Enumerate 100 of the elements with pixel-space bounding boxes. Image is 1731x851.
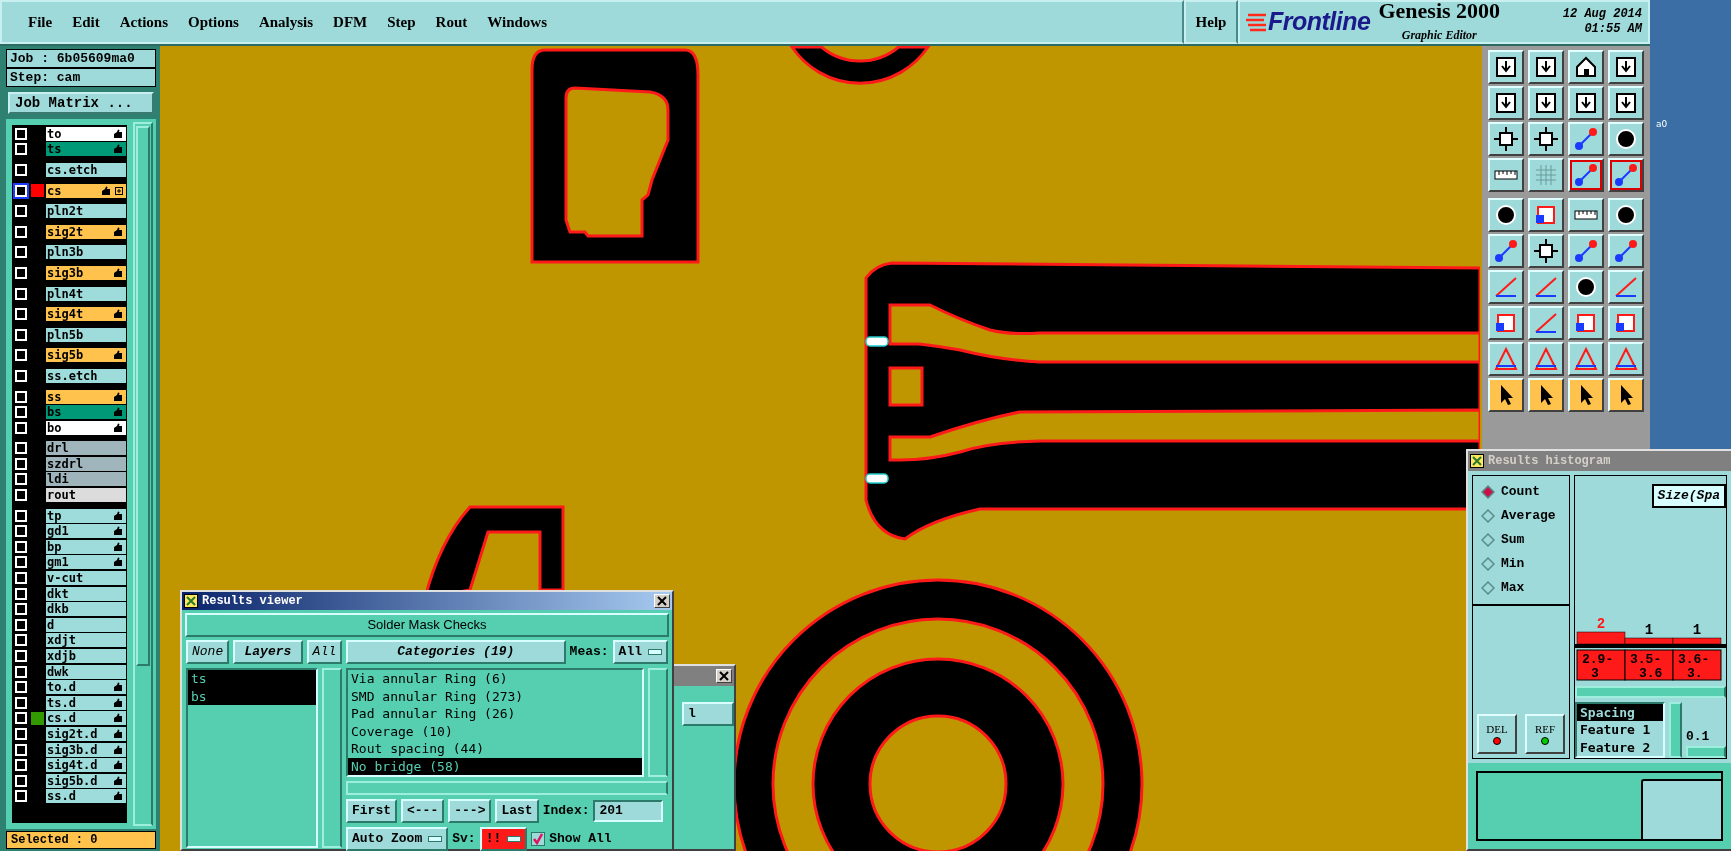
scrollbar-thumb[interactable]: [136, 126, 150, 666]
layer-name-field[interactable]: pln3b: [46, 245, 126, 260]
list-item[interactable]: Via annular Ring (6): [348, 670, 642, 688]
layer-name-field[interactable]: sig3b.d: [46, 742, 126, 757]
list-item[interactable]: Coverage (10): [348, 722, 642, 740]
layer-name-field[interactable]: ss.etch: [46, 368, 126, 383]
nav-button[interactable]: First: [346, 799, 397, 823]
layer-name-field[interactable]: sig5b.d: [46, 773, 126, 788]
layer-name-field[interactable]: sig2t: [46, 224, 126, 239]
layer-name-field[interactable]: to.d: [46, 680, 126, 695]
tool-button[interactable]: [1568, 342, 1604, 376]
tool-button[interactable]: [1528, 86, 1564, 120]
layer-name-field[interactable]: rout: [46, 488, 126, 503]
menu-item[interactable]: Windows: [479, 10, 555, 34]
layer-name-field[interactable]: v-cut: [46, 571, 126, 586]
layer-name-field[interactable]: xdjt: [46, 633, 126, 648]
layer-name-field[interactable]: pln5b: [46, 327, 126, 342]
tool-button[interactable]: [1608, 122, 1644, 156]
tool-button[interactable]: [1608, 306, 1644, 340]
tool-button[interactable]: [1568, 198, 1604, 232]
tool-button[interactable]: [1488, 198, 1524, 232]
layer-name-field[interactable]: ts: [46, 142, 126, 157]
scrollbar[interactable]: [322, 668, 342, 848]
menu-item[interactable]: Options: [180, 10, 247, 34]
scrollbar[interactable]: [1669, 701, 1682, 758]
tool-button[interactable]: [1608, 158, 1644, 192]
layer-name-field[interactable]: sig3b: [46, 265, 126, 280]
index-field[interactable]: 201: [593, 800, 664, 822]
measure-list[interactable]: Spacing Feature 1 Feature 2: [1575, 701, 1665, 758]
filter-button[interactable]: None: [186, 640, 230, 664]
close-button[interactable]: [716, 669, 732, 683]
layer-name-field[interactable]: sig2t.d: [46, 727, 126, 741]
category-list[interactable]: Via annular Ring (6) SMD annular Ring (273) Pad annular Ring (26) Coverage (10) Rout spacing (44) No bridge (58): [346, 668, 644, 777]
layer-name-field[interactable]: pln4t: [46, 286, 126, 301]
tool-button[interactable]: [1488, 50, 1524, 84]
layer-name-field[interactable]: dkb: [46, 602, 126, 617]
layer-name-field[interactable]: xdjb: [46, 649, 126, 663]
tool-button[interactable]: [1488, 342, 1524, 376]
scrollbar[interactable]: [346, 781, 668, 795]
radio-button[interactable]: [1481, 485, 1495, 499]
severity-dropdown[interactable]: !!: [479, 827, 528, 851]
layer-name-field[interactable]: tp: [46, 508, 126, 523]
list-item[interactable]: ts: [188, 670, 316, 688]
checkbox[interactable]: [531, 832, 546, 846]
list-item[interactable]: Feature 1: [1577, 721, 1663, 739]
meas-dropdown[interactable]: All: [612, 640, 668, 664]
list-item[interactable]: Spacing: [1577, 703, 1663, 721]
zoom-dropdown[interactable]: Auto Zoom: [346, 827, 449, 851]
tool-button[interactable]: [1528, 234, 1564, 268]
radio-button[interactable]: [1481, 557, 1495, 571]
layer-name-field[interactable]: pln2t: [46, 204, 126, 219]
tool-button[interactable]: [1608, 342, 1644, 376]
histogram-button[interactable]: DEL: [1477, 714, 1517, 754]
layer-name-field[interactable]: ldi: [46, 472, 126, 487]
categories-button[interactable]: Categories (19): [346, 640, 566, 664]
layer-name-field[interactable]: ss.d: [46, 789, 126, 804]
tool-button[interactable]: [1568, 306, 1604, 340]
radio-button[interactable]: [1481, 509, 1495, 523]
layer-name-field[interactable]: d: [46, 617, 126, 632]
list-item[interactable]: No bridge (58): [348, 757, 642, 775]
layer-name-field[interactable]: ss: [46, 389, 126, 404]
layer-name-field[interactable]: dwk: [46, 664, 126, 679]
filter-button[interactable]: Layers: [233, 640, 303, 664]
layer-name-field[interactable]: cs.etch: [46, 163, 126, 177]
list-item[interactable]: SMD annular Ring (273): [348, 687, 642, 705]
list-item[interactable]: Feature 2: [1577, 738, 1663, 756]
tool-button[interactable]: [1608, 198, 1644, 232]
scrollbar[interactable]: [648, 668, 668, 777]
layer-list[interactable]: ts bs: [186, 668, 318, 848]
tool-button[interactable]: [1528, 306, 1564, 340]
tool-button[interactable]: [1608, 86, 1644, 120]
tool-button[interactable]: [1488, 306, 1524, 340]
layer-name-field[interactable]: sig4t.d: [46, 758, 126, 773]
tool-button[interactable]: [1568, 122, 1604, 156]
layer-name-field[interactable]: bs: [46, 405, 126, 420]
layer-name-field[interactable]: sig4t: [46, 307, 126, 322]
menu-item[interactable]: Actions: [111, 10, 176, 34]
tool-button[interactable]: [1528, 122, 1564, 156]
tool-button[interactable]: [1488, 270, 1524, 304]
layer-name-field[interactable]: gm1: [46, 555, 126, 570]
layer-name-field[interactable]: cs.d: [46, 711, 126, 726]
layer-name-field[interactable]: cs: [46, 183, 126, 198]
nav-button[interactable]: Last: [495, 799, 539, 823]
radio-button[interactable]: [1481, 581, 1495, 595]
tool-button[interactable]: [1608, 234, 1644, 268]
nav-button[interactable]: --->: [448, 799, 492, 823]
layer-name-field[interactable]: bo: [46, 420, 126, 435]
tool-button[interactable]: [1528, 342, 1564, 376]
layer-name-field[interactable]: gd1: [46, 524, 126, 539]
tool-button[interactable]: [1528, 50, 1564, 84]
menu-item[interactable]: File: [20, 10, 61, 34]
menu-item[interactable]: Rout: [427, 10, 476, 34]
layer-name-field[interactable]: bp: [46, 539, 126, 554]
list-item[interactable]: Pad annular Ring (26): [348, 705, 642, 723]
tool-button[interactable]: [1488, 122, 1524, 156]
menu-item[interactable]: Step: [379, 10, 424, 34]
layer-name-field[interactable]: sig5b: [46, 348, 126, 363]
close-button[interactable]: [654, 594, 670, 608]
menu-item[interactable]: Edit: [64, 10, 108, 34]
filter-button[interactable]: All: [306, 640, 342, 664]
